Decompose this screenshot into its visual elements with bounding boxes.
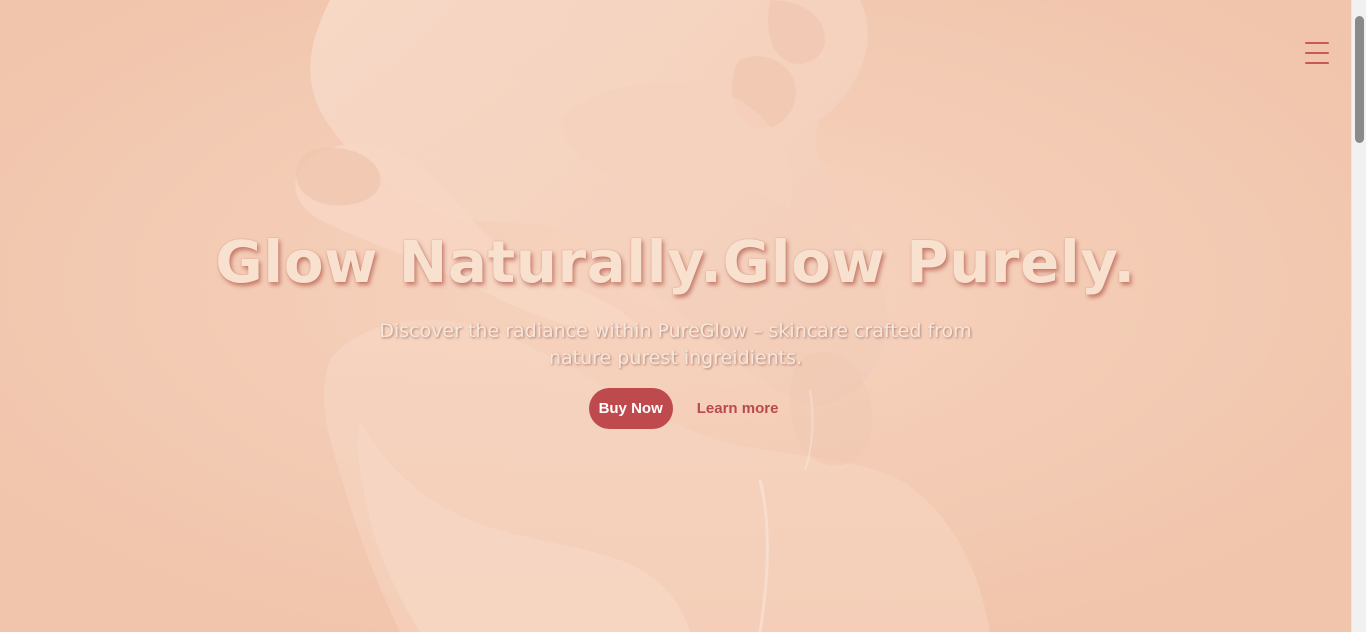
menu-bar-middle: [1305, 52, 1329, 54]
menu-bar-top: [1305, 42, 1329, 44]
hero-actions: Buy Now Learn more: [0, 388, 1351, 429]
hero-content: Glow Naturally.Glow Purely. Discover the…: [0, 222, 1351, 429]
vertical-scrollbar[interactable]: [1351, 0, 1366, 632]
hero-subtitle: Discover the radiance within PureGlow – …: [379, 320, 972, 369]
learn-more-link[interactable]: Learn more: [697, 400, 779, 417]
page: Glow Naturally.Glow Purely. Discover the…: [0, 0, 1366, 632]
hamburger-menu-icon[interactable]: [1303, 38, 1331, 66]
hero-headline: Glow Naturally.Glow Purely.: [215, 228, 1136, 296]
menu-bar-bottom: [1305, 62, 1329, 64]
buy-now-button[interactable]: Buy Now: [588, 388, 673, 429]
scrollbar-thumb[interactable]: [1355, 16, 1364, 143]
hero-section: Glow Naturally.Glow Purely. Discover the…: [0, 0, 1351, 632]
